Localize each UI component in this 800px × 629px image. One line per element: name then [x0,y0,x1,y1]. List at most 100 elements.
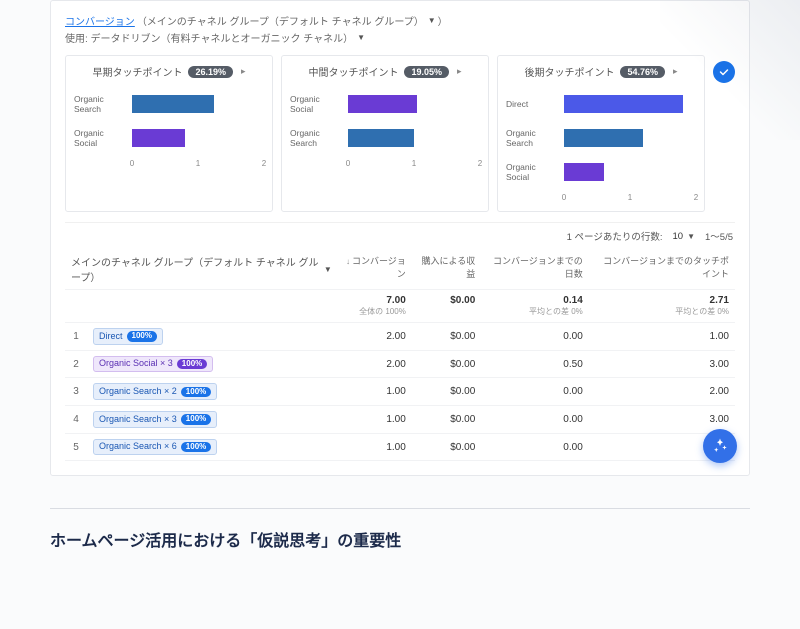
table-row[interactable]: 2 Organic Social × 3 100% 2.00$0.000.503.00 [65,350,735,378]
check-badge[interactable] [713,61,735,83]
bar-row: Organic Search [74,87,264,121]
table-row[interactable]: 3Organic Search × 2100%1.00$0.000.002.00 [65,378,735,406]
chart-panel-1: 中間タッチポイント19.05%▸Organic SocialOrganic Se… [281,55,489,212]
table-row[interactable]: 5Organic Search × 6100%1.00$0.000.006.00 [65,433,735,461]
chevron-down-icon[interactable]: ▼ [357,33,365,42]
section-divider [50,508,750,509]
cell-v2: $0.00 [412,406,481,434]
cell-v1: 1.00 [338,378,412,406]
col-conversion[interactable]: ↓コンバージョン [338,249,412,290]
chip-label: Organic Search × 2 [99,386,177,398]
x-axis: 012 [348,159,480,173]
chart-bar [564,95,683,113]
breadcrumb-group-text: （メインのチャネル グループ（デフォルト チャネル グループ） [137,13,424,28]
cell-v4: 2.00 [589,378,735,406]
summary-revenue: $0.00 [412,290,481,323]
chart-bar [348,129,414,147]
chart-bar [132,95,214,113]
bar-label: Organic Search [506,128,564,148]
panel-title: 早期タッチポイント [92,64,182,79]
bar-label: Organic Social [506,162,564,182]
cell-v1: 2.00 [338,350,412,378]
panel-pct-badge: 54.76% [620,66,665,78]
chart-bar [132,129,185,147]
cell-v2: $0.00 [412,350,481,378]
panel-title: 中間タッチポイント [308,64,398,79]
bar-row: Direct [506,87,696,121]
bar-label: Organic Social [290,94,348,114]
pager-range: 1～5/5 [705,229,733,243]
channel-chip[interactable]: Direct 100% [93,328,163,345]
cell-v3: 0.00 [481,433,588,461]
pager: 1 ページあたりの行数: 10 ▼ 1～5/5 [65,222,735,249]
breadcrumb: コンバージョン （メインのチャネル グループ（デフォルト チャネル グループ） … [65,13,735,45]
chip-pct: 100% [181,387,211,397]
bar-row: Organic Social [506,155,696,189]
cell-v4: 3.00 [589,350,735,378]
col-touchpoints[interactable]: コンバージョンまでのタッチポイント [589,249,735,290]
bar-row: Organic Search [506,121,696,155]
panel-pct-badge: 19.05% [404,66,449,78]
bar-label: Organic Search [290,128,348,148]
section-heading: ホームページ活用における「仮説思考」の重要性 [50,527,750,551]
chip-pct: 100% [181,442,211,452]
chevron-right-icon: ▸ [673,66,678,77]
chip-label: Organic Search × 3 [99,414,177,426]
chip-label: Organic Social × 3 [99,358,173,370]
analytics-card: コンバージョン （メインのチャネル グループ（デフォルト チャネル グループ） … [50,0,750,476]
bar-label: Organic Search [74,94,132,114]
table-row[interactable]: 1Direct100%2.00$0.000.001.00 [65,323,735,351]
channel-chip[interactable]: Organic Search × 3100% [93,411,217,428]
breadcrumb-usage-text: 使用: データドリブン（有料チャネルとオーガニック チャネル） [65,30,353,45]
bar-row: Organic Social [290,87,480,121]
cell-v2: $0.00 [412,433,481,461]
summary-conversion: 7.00全体の 100% [338,290,412,323]
breadcrumb-conversion-link[interactable]: コンバージョン [65,13,135,28]
row-index: 3 [65,378,87,406]
cell-v4: 1.00 [589,323,735,351]
panel-header[interactable]: 早期タッチポイント26.19%▸ [74,64,264,79]
chevron-down-icon[interactable]: ▼ [428,16,436,25]
chevron-down-icon: ▼ [687,232,695,241]
cell-v3: 0.00 [481,406,588,434]
chip-label: Organic Search × 6 [99,441,177,453]
cell-v2: $0.00 [412,323,481,351]
panel-header[interactable]: 後期タッチポイント 54.76% ▸ [506,64,696,79]
chevron-down-icon: ▼ [324,265,332,274]
cell-v3: 0.00 [481,378,588,406]
chip-label: Direct [99,331,123,343]
chart-bar [564,163,604,181]
chart-bar [348,95,417,113]
bar-row: Organic Social [74,121,264,155]
cell-v3: 0.50 [481,350,588,378]
chip-pct: 100% [177,359,207,369]
col-revenue[interactable]: 購入による収益 [412,249,481,290]
table-row[interactable]: 4Organic Search × 3100%1.00$0.000.003.00 [65,406,735,434]
panel-header[interactable]: 中間タッチポイント19.05%▸ [290,64,480,79]
bar-label: Organic Social [74,128,132,148]
rows-per-page-select[interactable]: 10 ▼ [673,231,696,242]
cell-v3: 0.00 [481,323,588,351]
chart-panel-2: 後期タッチポイント 54.76% ▸ Direct Organic Search Orga… [497,55,705,212]
bar-row: Organic Search [290,121,480,155]
chevron-right-icon: ▸ [241,66,246,77]
chip-pct: 100% [127,331,157,341]
row-index: 1 [65,323,87,351]
row-index: 4 [65,406,87,434]
dimension-dropdown[interactable]: メインのチャネル グループ（デフォルト チャネル グループ） ▼ [71,254,332,284]
breadcrumb-close-paren: ） [438,13,448,28]
bar-label: Direct [506,99,564,109]
col-days[interactable]: コンバージョンまでの日数 [481,249,588,290]
pager-label: 1 ページあたりの行数: [567,229,663,243]
channel-chip[interactable]: Organic Search × 2 100% [93,383,217,400]
cell-v1: 1.00 [338,406,412,434]
row-index: 2 [65,350,87,378]
panel-title: 後期タッチポイント [524,64,614,79]
x-axis: 012 [132,159,264,173]
table-body: 1Direct100%2.00$0.000.001.002Organic Soc… [65,323,735,461]
channel-chip[interactable]: Organic Social × 3 100% [93,356,213,373]
chart-panel-0: 早期タッチポイント26.19%▸ Organic Search Organic So… [65,55,273,212]
x-axis: 012 [564,193,696,207]
channel-chip[interactable]: Organic Search × 6 100% [93,439,217,456]
row-index: 5 [65,433,87,461]
